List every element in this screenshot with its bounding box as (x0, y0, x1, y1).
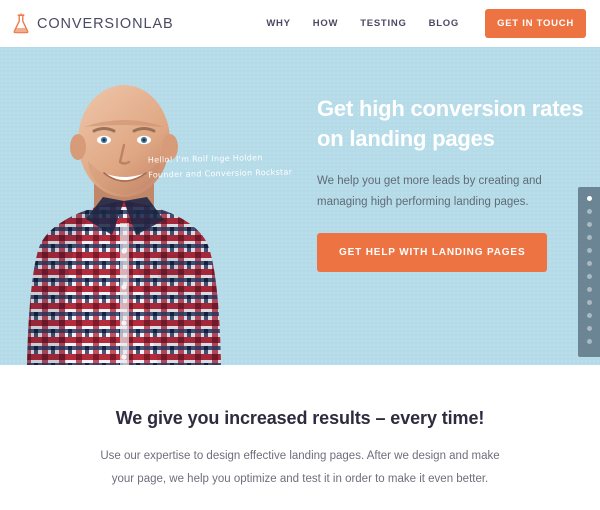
section-dot-navigation[interactable] (578, 187, 600, 357)
section-body: Use our expertise to design effective la… (100, 450, 500, 485)
dot-nav-item[interactable] (586, 248, 592, 253)
dot-nav-item[interactable] (586, 235, 592, 240)
dot-nav-item[interactable] (586, 287, 592, 292)
results-section: We give you increased results – every ti… (0, 365, 600, 510)
dot-nav-item[interactable] (586, 313, 592, 318)
section-title: We give you increased results – every ti… (115, 408, 485, 428)
dot-nav-item[interactable] (586, 222, 592, 227)
dot-nav-item[interactable] (586, 326, 592, 331)
nav-item-why[interactable]: WHY (266, 18, 290, 29)
dot-nav-item[interactable] (586, 339, 592, 344)
dot-nav-item[interactable] (586, 209, 592, 214)
get-in-touch-button[interactable]: GET IN TOUCH (485, 9, 586, 38)
nav-item-testing[interactable]: TESTING (360, 18, 406, 29)
handwriting-line-2: Founder and Conversion Rockstar (148, 167, 293, 180)
founder-photo (8, 65, 240, 365)
nav-item-blog[interactable]: BLOG (429, 18, 459, 29)
founder-handwritten-note: Hello! I'm Rolf Inge Holden Founder and … (148, 149, 299, 182)
dot-nav-item[interactable] (586, 261, 592, 266)
main-navigation: WHY HOW TESTING BLOG GET IN TOUCH (266, 9, 586, 38)
brand-logo[interactable]: CONVERSIONLAB (12, 12, 174, 35)
hero-section: Hello! I'm Rolf Inge Holden Founder and … (0, 47, 600, 365)
hero-title: Get high conversion rates on landing pag… (317, 96, 584, 151)
brand-name: CONVERSIONLAB (37, 15, 174, 32)
get-help-with-landing-pages-button[interactable]: GET HELP WITH LANDING PAGES (317, 233, 548, 272)
flask-icon (12, 12, 30, 35)
dot-nav-item[interactable] (586, 274, 592, 279)
nav-item-how[interactable]: HOW (313, 18, 338, 29)
dot-nav-item[interactable] (586, 196, 592, 201)
hero-subtitle: We help you get more leads by creating a… (317, 175, 542, 208)
landing-page: CONVERSIONLAB WHY HOW TESTING BLOG GET I… (0, 0, 600, 510)
hero-copy: Get high conversion rates on landing pag… (317, 94, 589, 272)
dot-nav-item[interactable] (586, 300, 592, 305)
site-header: CONVERSIONLAB WHY HOW TESTING BLOG GET I… (0, 0, 600, 47)
